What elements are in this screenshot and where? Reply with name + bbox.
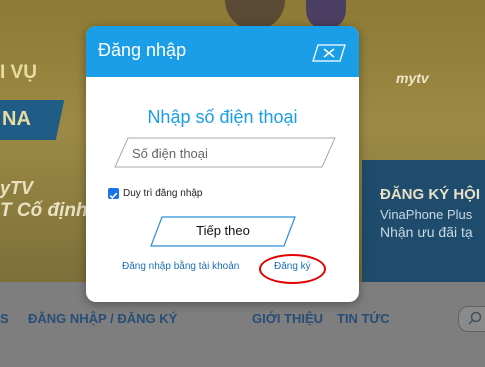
promo-subtitle: VinaPhone Plus [380, 207, 473, 222]
close-icon[interactable] [312, 44, 346, 62]
next-button-label: Tiếp theo [196, 223, 250, 238]
checkmark-icon [109, 192, 118, 199]
login-modal: Đăng nhập Nhập số điện thoại Duy trì đăn… [86, 26, 359, 302]
hero-text-fragment: T Cố định [0, 200, 88, 221]
login-with-account-link[interactable]: Đăng nhập bằng tài khoản [122, 261, 239, 272]
modal-title: Đăng nhập [98, 40, 187, 60]
modal-header: Đăng nhập [86, 26, 359, 77]
nav-item-partial[interactable]: S [0, 311, 9, 326]
phone-input[interactable] [132, 143, 322, 163]
nav-item-news[interactable]: TIN TỨC [337, 311, 390, 326]
hero-text-fragment: yTV [0, 178, 34, 198]
register-highlight-ring [259, 254, 326, 284]
phone-field[interactable] [114, 137, 336, 168]
form-heading: Nhập số điện thoại [147, 107, 298, 127]
next-button[interactable]: Tiếp theo [150, 216, 296, 247]
nav-item-about[interactable]: GIỚI THIỆU [252, 311, 323, 326]
remember-login[interactable]: Duy trì đăng nhập [108, 186, 203, 200]
hero-text-fragment: I VỤ [0, 62, 37, 83]
remember-label: Duy trì đăng nhập [123, 187, 203, 199]
search-icon[interactable] [468, 311, 482, 325]
hero-text-fragment: NA [2, 108, 31, 130]
promo-title: ĐĂNG KÝ HỘI [380, 186, 481, 203]
promo-subtitle: Nhận ưu đãi tạ [380, 224, 473, 240]
mytv-logo: mytv [396, 70, 429, 86]
remember-checkbox[interactable] [108, 187, 119, 199]
nav-item-login-register[interactable]: ĐĂNG NHẬP / ĐĂNG KÝ [28, 311, 177, 326]
